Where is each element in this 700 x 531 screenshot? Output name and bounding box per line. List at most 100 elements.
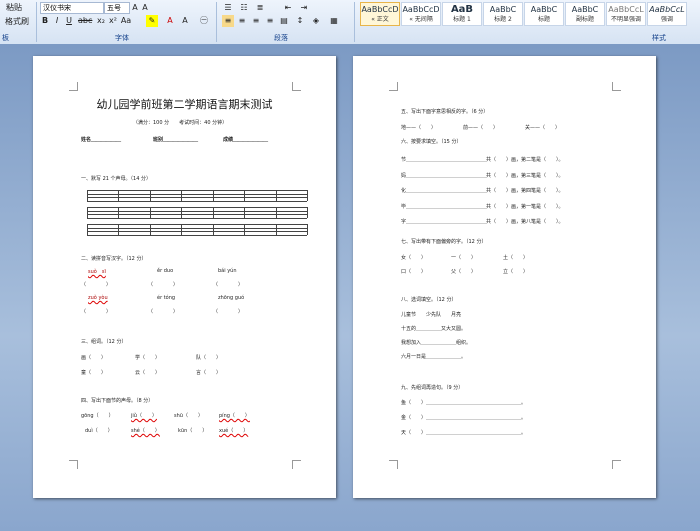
- question-6: 六、按要求填空。（15 分）: [401, 139, 462, 145]
- style-title[interactable]: AaBbC 标题: [524, 2, 564, 26]
- grid-divider: [307, 190, 308, 201]
- style-subtitle[interactable]: AaBbC 副标题: [565, 2, 605, 26]
- answer-blank[interactable]: （ ）: [81, 308, 111, 315]
- grid-divider: [212, 207, 214, 218]
- pinyin-item: zuǒ yòu: [88, 295, 108, 301]
- grid-divider: [181, 190, 183, 201]
- grid-divider: [181, 224, 183, 235]
- document-page-2[interactable]: 五、写出下面字意思相反的字。（6 分） 地——（ ） 前——（ ） 关——（ ）…: [353, 56, 656, 498]
- line-spacing-icon[interactable]: ↕: [294, 15, 306, 27]
- decrease-indent-icon[interactable]: ⇤: [282, 2, 294, 14]
- answer-blank[interactable]: （ ）: [148, 281, 178, 288]
- syllable-item: jiǔ（ ）: [131, 413, 157, 419]
- page-corner-mark: [69, 460, 78, 469]
- format-painter-button[interactable]: 格式刷: [2, 16, 32, 28]
- borders-icon[interactable]: ▦: [328, 15, 340, 27]
- page-corner-mark: [612, 460, 621, 469]
- syllable-item: xué（ ）: [219, 428, 249, 434]
- fill-sentence[interactable]: 十五的＿＿＿＿＿又大又圆。: [401, 325, 466, 332]
- grid-divider: [87, 224, 88, 235]
- italic-icon[interactable]: I: [52, 15, 62, 27]
- underline-icon[interactable]: U: [64, 15, 74, 27]
- radical-item: 口（ ）: [401, 269, 427, 275]
- answer-blank[interactable]: （ ）: [213, 308, 243, 315]
- fill-sentence[interactable]: 我想加入＿＿＿＿＿＿＿组织。: [401, 339, 471, 346]
- question-5: 五、写出下面字意思相反的字。（6 分）: [401, 109, 489, 115]
- syllable-item: píng（ ）: [219, 413, 250, 419]
- grid-line: [87, 231, 307, 233]
- grid-divider: [275, 224, 277, 235]
- antonym-item: 关——（ ）: [525, 125, 561, 131]
- antonym-item: 地——（ ）: [401, 125, 437, 131]
- grid-line: [87, 235, 307, 236]
- pinyin-item: bái yún: [218, 268, 237, 274]
- font-color-icon[interactable]: A: [164, 15, 176, 27]
- syllable-item: kūn（ ）: [178, 428, 208, 434]
- fill-sentence[interactable]: 六月一日是＿＿＿＿＿＿＿。: [401, 353, 466, 360]
- group-divider: [354, 2, 355, 42]
- shrink-font-icon[interactable]: A: [140, 2, 150, 14]
- answer-blank[interactable]: （ ）: [148, 308, 178, 315]
- grid-divider: [181, 207, 183, 218]
- superscript-icon[interactable]: x²: [108, 15, 118, 27]
- grid-line: [87, 207, 307, 208]
- question-4: 四、写出下面节的声母。（8 分）: [81, 398, 154, 404]
- grid-divider: [87, 207, 88, 218]
- sentence-item[interactable]: 金（ ）＿＿＿＿＿＿＿＿＿＿＿＿＿＿＿＿＿＿＿。: [401, 414, 526, 421]
- grid-line: [87, 201, 307, 202]
- answer-blank[interactable]: （ ）: [213, 281, 243, 288]
- stroke-item[interactable]: 化＿＿＿＿＿＿＿＿＿＿＿＿＿＿＿＿共（ ）画，第四笔是（ ）。: [401, 187, 564, 194]
- subscript-icon[interactable]: x₂: [96, 15, 106, 27]
- style-subtle-emphasis[interactable]: AaBbCcL 不明显强调: [606, 2, 646, 26]
- grid-line: [87, 214, 307, 216]
- writing-grid-row[interactable]: [87, 207, 308, 219]
- word-item: 队（ ）: [196, 355, 222, 361]
- answer-blank[interactable]: （ ）: [81, 281, 111, 288]
- change-case-icon[interactable]: Aa: [120, 15, 132, 27]
- align-right-icon[interactable]: ≡: [250, 15, 262, 27]
- question-3: 三、组词。（12 分）: [81, 339, 127, 345]
- numbering-icon[interactable]: ☷: [238, 2, 250, 14]
- document-page-1[interactable]: 幼儿园学前班第二学期语言期末测试 （满分：100 分 考试时间：40 分钟） 姓…: [33, 56, 336, 498]
- align-left-icon[interactable]: ≡: [222, 15, 234, 27]
- justify-icon[interactable]: ≡: [264, 15, 276, 27]
- stroke-item[interactable]: 毕＿＿＿＿＿＿＿＿＿＿＿＿＿＿＿＿共（ ）画，第一笔是（ ）。: [401, 203, 564, 210]
- grow-font-icon[interactable]: A: [130, 2, 140, 14]
- grid-divider: [149, 190, 151, 201]
- style-emphasis[interactable]: AaBbCcL 强调: [647, 2, 687, 26]
- style-heading-2[interactable]: AaBbC 标题 2: [483, 2, 523, 26]
- enclose-char-icon[interactable]: ㊀: [198, 15, 210, 27]
- question-2: 二、读拼音写汉字。（12 分）: [81, 256, 147, 262]
- class-label: 班别: [153, 137, 164, 143]
- style-heading-1[interactable]: AaB 标题 1: [442, 2, 482, 26]
- style-no-spacing[interactable]: AaBbCcD « 无间隔: [401, 2, 441, 26]
- shading-icon[interactable]: ◈: [310, 15, 322, 27]
- align-center-icon[interactable]: ≡: [236, 15, 248, 27]
- writing-grid-row[interactable]: [87, 224, 308, 236]
- font-name-combo[interactable]: 汉仪书宋: [40, 2, 104, 14]
- distributed-icon[interactable]: ▤: [278, 15, 290, 27]
- sentence-item[interactable]: 鱼（ ）＿＿＿＿＿＿＿＿＿＿＿＿＿＿＿＿＿＿＿。: [401, 399, 526, 406]
- strikethrough-icon[interactable]: abc: [78, 15, 92, 27]
- stroke-item[interactable]: 节＿＿＿＿＿＿＿＿＿＿＿＿＿＿＿＿共（ ）画，第二笔是（ ）。: [401, 156, 564, 163]
- writing-grid-row[interactable]: [87, 190, 308, 202]
- style-normal[interactable]: AaBbCcD « 正文: [360, 2, 400, 26]
- word-item: 童（ ）: [81, 370, 107, 376]
- multilevel-list-icon[interactable]: ≣: [254, 2, 266, 14]
- font-size-combo[interactable]: 五号: [104, 2, 130, 14]
- highlight-icon[interactable]: ✎: [146, 15, 158, 27]
- grid-line: [87, 227, 307, 229]
- char-shading-icon[interactable]: A: [180, 15, 190, 27]
- stroke-item[interactable]: 字＿＿＿＿＿＿＿＿＿＿＿＿＿＿＿＿共（ ）画，第八笔是（ ）。: [401, 218, 564, 225]
- grid-divider: [87, 190, 88, 201]
- paste-button[interactable]: 粘贴: [2, 2, 26, 14]
- sentence-item[interactable]: 天（ ）＿＿＿＿＿＿＿＿＿＿＿＿＿＿＿＿＿＿＿。: [401, 429, 526, 436]
- grid-divider: [149, 207, 151, 218]
- pinyin-item: ér tóng: [157, 295, 176, 301]
- increase-indent-icon[interactable]: ⇥: [298, 2, 310, 14]
- stroke-item[interactable]: 妈＿＿＿＿＿＿＿＿＿＿＿＿＿＿＿＿共（ ）画，第三笔是（ ）。: [401, 172, 564, 179]
- bold-icon[interactable]: B: [40, 15, 50, 27]
- question-1: 一、默写 21 个声母。（14 分）: [81, 176, 151, 182]
- radical-item: 一（ ）: [451, 255, 477, 261]
- bullets-icon[interactable]: ☰: [222, 2, 234, 14]
